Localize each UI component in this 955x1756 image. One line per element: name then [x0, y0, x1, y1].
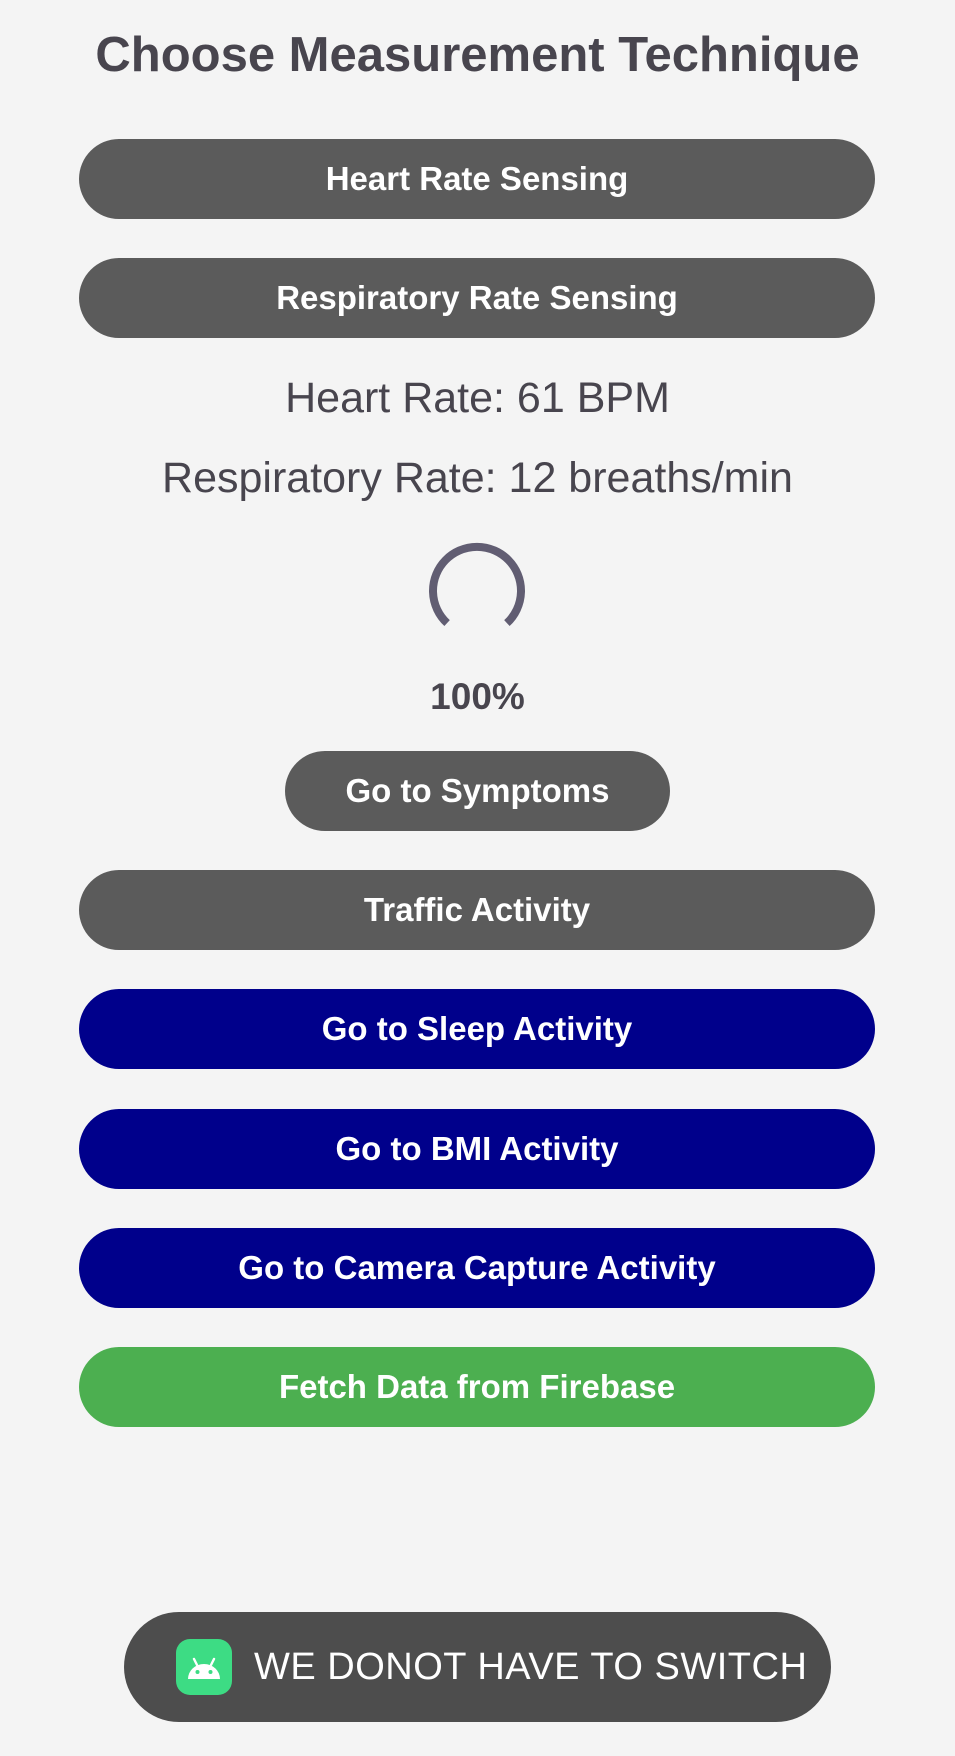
respiratory-rate-reading: Respiratory Rate: 12 breaths/min — [162, 454, 793, 502]
traffic-activity-button[interactable]: Traffic Activity — [79, 870, 875, 950]
fetch-data-from-firebase-button[interactable]: Fetch Data from Firebase — [79, 1347, 875, 1427]
go-to-symptoms-button[interactable]: Go to Symptoms — [285, 751, 670, 831]
page-title: Choose Measurement Technique — [95, 28, 860, 82]
go-to-bmi-activity-button[interactable]: Go to BMI Activity — [79, 1109, 875, 1189]
respiratory-rate-sensing-button[interactable]: Respiratory Rate Sensing — [79, 258, 875, 338]
go-to-camera-capture-activity-button[interactable]: Go to Camera Capture Activity — [79, 1228, 875, 1308]
toast-text: WE DONOT HAVE TO SWITCH — [254, 1645, 808, 1688]
heart-rate-reading: Heart Rate: 61 BPM — [285, 374, 670, 422]
toast-message: WE DONOT HAVE TO SWITCH — [124, 1612, 831, 1722]
circular-progress-icon — [427, 538, 527, 638]
progress-percent-label: 100% — [430, 676, 525, 717]
android-icon — [176, 1639, 232, 1695]
go-to-sleep-activity-button[interactable]: Go to Sleep Activity — [79, 989, 875, 1069]
heart-rate-sensing-button[interactable]: Heart Rate Sensing — [79, 139, 875, 219]
